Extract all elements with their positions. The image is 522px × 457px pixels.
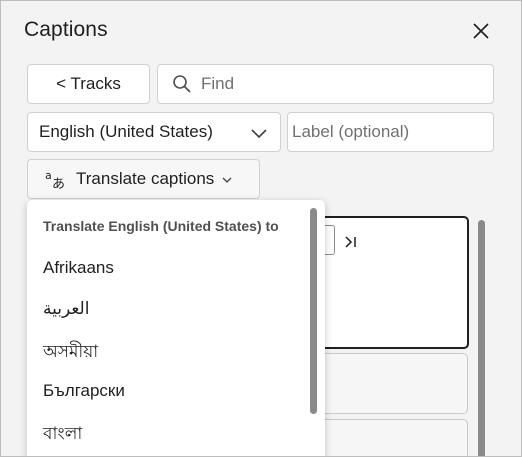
captions-panel: Captions < Tracks Find English (United S… xyxy=(0,0,522,457)
language-option[interactable]: অসমীয়া xyxy=(43,339,303,367)
tracks-back-button[interactable]: < Tracks xyxy=(27,64,150,104)
language-option[interactable]: বাংলা xyxy=(43,421,303,449)
panel-title: Captions xyxy=(24,18,108,41)
chevron-down-icon xyxy=(251,129,267,139)
find-input[interactable]: Find xyxy=(157,64,494,104)
search-icon xyxy=(173,75,191,93)
translate-captions-button[interactable]: a あ Translate captions xyxy=(27,159,260,199)
skip-forward-icon[interactable] xyxy=(344,235,358,249)
translate-icon: a あ xyxy=(45,169,65,190)
svg-text:あ: あ xyxy=(52,177,65,190)
language-option[interactable]: العربية xyxy=(43,299,303,319)
find-placeholder: Find xyxy=(201,74,235,93)
dropdown-header: Translate English (United States) to xyxy=(43,218,279,234)
chevron-down-icon xyxy=(222,177,232,183)
language-selected-value: English (United States) xyxy=(39,122,213,141)
label-input[interactable]: Label (optional) xyxy=(287,112,494,152)
language-select[interactable]: English (United States) xyxy=(27,112,281,152)
close-button[interactable] xyxy=(468,18,494,44)
caption-entry-card[interactable] xyxy=(301,353,468,414)
translate-captions-label: Translate captions xyxy=(76,169,215,188)
editor-scrollbar[interactable] xyxy=(478,220,485,456)
tracks-button-label: < Tracks xyxy=(56,74,121,93)
translate-language-dropdown: Translate English (United States) to Afr… xyxy=(27,200,325,456)
language-option[interactable]: Български xyxy=(43,381,303,401)
caption-entry-card[interactable] xyxy=(301,419,468,456)
label-placeholder: Label (optional) xyxy=(292,122,410,141)
svg-text:a: a xyxy=(45,169,52,182)
language-option[interactable]: Afrikaans xyxy=(43,258,303,278)
dropdown-scrollbar[interactable] xyxy=(310,208,317,414)
close-icon xyxy=(473,23,489,39)
